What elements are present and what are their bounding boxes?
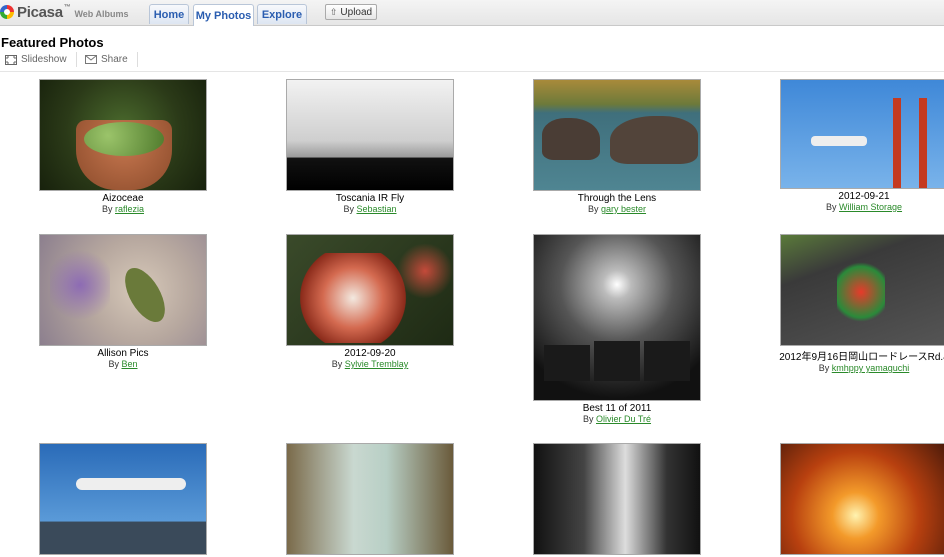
tab-explore[interactable]: Explore [257,4,307,24]
envelope-icon [85,55,97,64]
photo-thumbnail[interactable] [286,79,454,191]
photo-subject [644,341,690,381]
tab-my-photos[interactable]: My Photos [193,4,254,26]
logo-text: Picasa [17,3,63,21]
photo-detail [84,122,164,156]
photo-thumbnail[interactable] [39,443,207,555]
slideshow-label: Slideshow [21,54,67,65]
photo-detail [50,245,110,325]
author-link[interactable]: Sylvie Tremblay [345,359,409,369]
upload-label: Upload [340,6,373,18]
photo-title: Allison Pics [97,348,149,359]
page-title: Featured Photos [1,35,104,50]
photo-card: Through the Lens By gary bester [517,79,717,214]
photo-title: 2012年9月16日岡山ロードレースRd.4 [779,352,944,363]
share-label: Share [101,54,128,65]
photo-thumbnail[interactable] [533,79,701,191]
by-label: By [108,359,119,369]
author-link[interactable]: kmhppy yamaguchi [832,363,910,373]
by-label: By [818,363,830,373]
photo-detail [919,98,927,188]
photo-byline: By Ben [23,359,223,369]
photo-card [517,443,717,557]
photo-subject [610,116,698,164]
tab-home[interactable]: Home [149,4,189,24]
author-link[interactable]: raflezia [115,204,144,214]
by-label: By [101,204,113,214]
photo-subject [293,253,413,343]
photo-subject [117,261,173,329]
photo-card: 2012-09-20 By Sylvie Tremblay [270,234,470,369]
photo-subject [594,341,640,381]
logo-subtitle: Web Albums [74,8,129,19]
by-label: By [825,202,837,212]
picasa-logo-icon [0,5,14,19]
photo-byline: By Olivier Du Tré [517,414,717,424]
photo-card: 2012-09-21 By William Storage [764,79,944,212]
photo-card [270,443,470,557]
photo-card [23,443,223,557]
photo-title: 2012-09-20 [344,348,396,359]
by-label: By [587,204,599,214]
photo-detail [397,243,453,299]
photo-thumbnail[interactable] [533,234,701,401]
by-label: By [582,414,594,424]
photo-title: Through the Lens [577,193,657,204]
photo-thumbnail[interactable] [780,234,944,346]
photo-title: Aizoceae [102,193,144,204]
photo-thumbnail[interactable] [286,234,454,346]
upload-icon: ⇧ [329,6,338,17]
logo-tm: ™ [63,3,71,11]
top-bar: Picasa™ Web Albums Home My Photos Explor… [0,0,944,26]
author-link[interactable]: Sebastian [357,204,397,214]
photo-thumbnail[interactable] [286,443,454,555]
photo-thumbnail[interactable] [39,79,207,191]
photo-thumbnail[interactable] [780,79,944,189]
photo-detail [893,98,901,188]
photo-byline: By gary bester [517,204,717,214]
photo-subject [544,345,590,381]
photo-card: Allison Pics By Ben [23,234,223,369]
photo-card [764,443,944,557]
photo-subject [76,478,186,490]
share-button[interactable]: Share [85,54,128,65]
photo-subject [811,136,867,146]
photo-thumbnail[interactable] [39,234,207,346]
author-link[interactable]: Ben [122,359,138,369]
photo-byline: By raflezia [23,204,223,214]
slideshow-button[interactable]: Slideshow [5,54,67,65]
slideshow-icon [5,54,17,65]
photo-card: Toscania IR Fly By Sebastian [270,79,470,214]
toolbar-divider [76,52,77,67]
picasa-logo[interactable]: Picasa™ Web Albums [0,2,128,22]
photo-subject [837,257,885,327]
photo-thumbnail[interactable] [533,443,701,555]
by-label: By [343,204,354,214]
photo-title: Toscania IR Fly [335,193,405,204]
toolbar-divider [137,52,138,67]
photo-card: Aizoceae By raflezia [23,79,223,214]
author-link[interactable]: gary bester [601,204,646,214]
photo-byline: By Sebastian [270,204,470,214]
author-link[interactable]: William Storage [839,202,902,212]
photo-card: 2012年9月16日岡山ロードレースRd.4 By kmhppy yamaguc… [764,234,944,373]
photo-title: 2012-09-21 [838,191,890,202]
by-label: By [331,359,343,369]
photo-byline: By William Storage [764,202,944,212]
upload-button[interactable]: ⇧ Upload [325,4,377,20]
photo-card: Best 11 of 2011 By Olivier Du Tré [517,234,717,424]
photo-byline: By kmhppy yamaguchi [764,363,944,373]
photo-title: Best 11 of 2011 [582,403,652,414]
photo-thumbnail[interactable] [780,443,944,555]
divider [0,71,944,72]
author-link[interactable]: Olivier Du Tré [596,414,651,424]
photo-byline: By Sylvie Tremblay [270,359,470,369]
photo-subject [542,118,600,160]
